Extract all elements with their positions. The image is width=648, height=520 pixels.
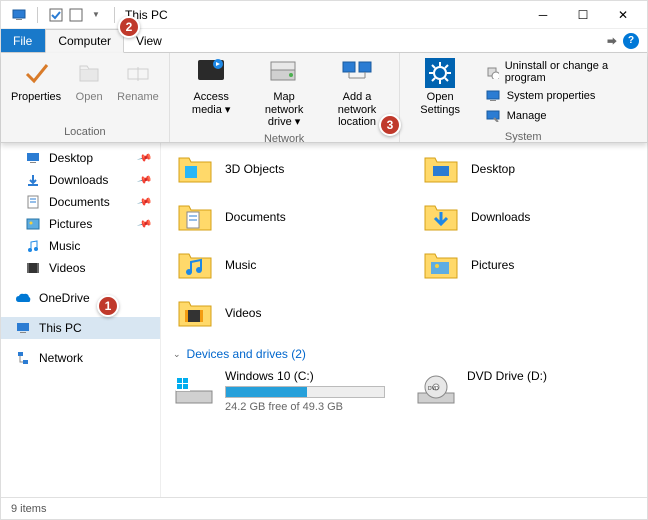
chevron-down-icon: ⌄	[173, 349, 181, 360]
network-location-icon	[341, 57, 373, 89]
sidebar-item-downloads[interactable]: Downloads📌	[1, 169, 160, 191]
monitor-icon	[11, 7, 27, 23]
drive-network-icon	[268, 57, 300, 89]
status-bar: 9 items	[1, 497, 647, 519]
sidebar-item-documents[interactable]: Documents📌	[1, 191, 160, 213]
pin-icon: 📌	[136, 194, 152, 210]
manage-button[interactable]: Manage	[483, 107, 635, 125]
pictures-icon	[25, 216, 41, 232]
folder-downloads[interactable]: Downloads	[419, 197, 635, 237]
item-count: 9 items	[11, 503, 46, 515]
checkbox-icon[interactable]	[68, 7, 84, 23]
minimize-button[interactable]: ─	[523, 1, 563, 29]
properties-button[interactable]: Properties	[7, 55, 65, 124]
drive-c-free: 24.2 GB free of 49.3 GB	[225, 401, 385, 413]
checkbox-checked-icon[interactable]	[48, 7, 64, 23]
pictures-folder-icon	[421, 247, 461, 283]
media-icon	[195, 57, 227, 89]
onedrive-icon	[15, 290, 31, 306]
group-label-location: Location	[7, 124, 163, 140]
folder-3d-objects[interactable]: 3D Objects	[173, 149, 389, 189]
uninstall-program-button[interactable]: Uninstall or change a program	[483, 59, 635, 85]
drive-d[interactable]: DVD DVD Drive (D:)	[415, 369, 547, 413]
dropdown-icon[interactable]: ▼	[88, 7, 104, 23]
open-button[interactable]: Open	[67, 55, 111, 124]
documents-folder-icon	[175, 199, 215, 235]
open-folder-icon	[73, 57, 105, 89]
downloads-icon	[25, 172, 41, 188]
rename-button[interactable]: Rename	[113, 55, 163, 124]
folder-documents[interactable]: Documents	[173, 197, 389, 237]
folder-videos[interactable]: Videos	[173, 293, 389, 333]
annotation-1: 1	[97, 295, 119, 317]
map-network-drive-button[interactable]: Map network drive ▾	[249, 55, 320, 131]
quick-access-toolbar: ▼	[5, 7, 121, 23]
sidebar-item-network[interactable]: Network	[1, 347, 160, 369]
annotation-2: 2	[118, 16, 140, 38]
manage-icon	[485, 108, 501, 124]
videos-folder-icon	[175, 295, 215, 331]
navigation-pane: Desktop📌 Downloads📌 Documents📌 Pictures📌…	[1, 143, 161, 497]
drive-c-usage-bar	[225, 386, 385, 398]
system-properties-icon	[485, 88, 501, 104]
open-settings-button[interactable]: Open Settings	[406, 55, 475, 129]
help-icon[interactable]: ?	[623, 33, 639, 49]
downloads-folder-icon	[421, 199, 461, 235]
tab-computer[interactable]: Computer	[45, 29, 124, 53]
sidebar-item-onedrive[interactable]: OneDrive	[1, 287, 160, 309]
folder-music[interactable]: Music	[173, 245, 389, 285]
dvd-drive-icon: DVD	[415, 369, 457, 411]
devices-header[interactable]: ⌄ Devices and drives (2)	[173, 347, 635, 361]
svg-text:DVD: DVD	[428, 386, 439, 392]
ribbon: Properties Open Rename Location Access m…	[1, 53, 647, 143]
3d-objects-icon	[175, 151, 215, 187]
network-icon	[15, 350, 31, 366]
title-bar: ▼ This PC ─ ☐ ✕	[1, 1, 647, 29]
pin-icon: 📌	[136, 216, 152, 232]
gear-icon	[424, 57, 456, 89]
pin-icon: 📌	[136, 172, 152, 188]
main-pane: 3D Objects Desktop Documents Downloads M…	[161, 143, 647, 497]
folder-pictures[interactable]: Pictures	[419, 245, 635, 285]
music-icon	[25, 238, 41, 254]
documents-icon	[25, 194, 41, 210]
monitor-icon	[15, 320, 31, 336]
windows-drive-icon	[173, 369, 215, 411]
system-properties-button[interactable]: System properties	[483, 87, 635, 105]
sidebar-item-pictures[interactable]: Pictures📌	[1, 213, 160, 235]
drive-c[interactable]: Windows 10 (C:) 24.2 GB free of 49.3 GB	[173, 369, 385, 413]
uninstall-icon	[485, 64, 499, 80]
sidebar-item-this-pc[interactable]: This PC	[1, 317, 160, 339]
ribbon-group-system: Open Settings Uninstall or change a prog…	[400, 53, 648, 142]
tab-file[interactable]: File	[1, 29, 45, 52]
pin-icon: 📌	[136, 150, 152, 166]
group-label-system: System	[406, 129, 642, 145]
ribbon-group-location: Properties Open Rename Location	[1, 53, 170, 142]
annotation-3: 3	[379, 114, 401, 136]
videos-icon	[25, 260, 41, 276]
ribbon-tabs: File Computer View ⮕ ?	[1, 29, 647, 53]
close-button[interactable]: ✕	[603, 1, 643, 29]
checkmark-icon	[20, 57, 52, 89]
ribbon-group-network: Access media ▾ Map network drive ▾ Add a…	[170, 53, 400, 142]
sidebar-item-videos[interactable]: Videos	[1, 257, 160, 279]
desktop-icon	[25, 150, 41, 166]
maximize-button[interactable]: ☐	[563, 1, 603, 29]
folder-desktop[interactable]: Desktop	[419, 149, 635, 189]
music-folder-icon	[175, 247, 215, 283]
sidebar-item-desktop[interactable]: Desktop📌	[1, 147, 160, 169]
desktop-folder-icon	[421, 151, 461, 187]
content-area: Desktop📌 Downloads📌 Documents📌 Pictures📌…	[1, 143, 647, 497]
rename-icon	[122, 57, 154, 89]
sidebar-item-music[interactable]: Music	[1, 235, 160, 257]
access-media-button[interactable]: Access media ▾	[176, 55, 247, 131]
drive-d-name: DVD Drive (D:)	[467, 369, 547, 383]
minimize-ribbon-icon[interactable]: ⮕	[607, 33, 617, 48]
drive-c-name: Windows 10 (C:)	[225, 369, 385, 383]
group-label-network: Network	[176, 131, 393, 147]
